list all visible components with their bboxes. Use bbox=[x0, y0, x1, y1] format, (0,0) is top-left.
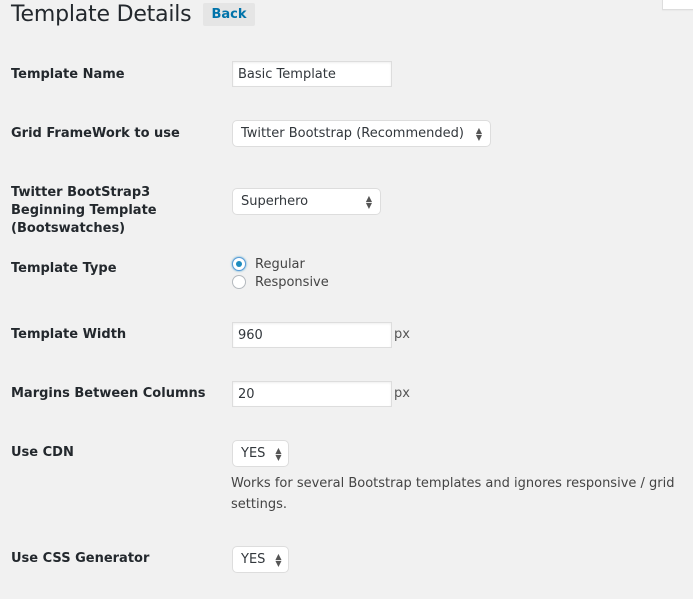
use-cdn-value: YES bbox=[241, 446, 266, 461]
bootswatch-value: Superhero bbox=[241, 194, 309, 209]
template-name-input[interactable] bbox=[232, 61, 392, 87]
use-css-generator-value: YES bbox=[241, 552, 266, 567]
use-css-generator-label: Use CSS Generator bbox=[11, 551, 150, 566]
template-type-label: Template Type bbox=[11, 261, 117, 276]
use-cdn-help-text: Works for several Bootstrap templates an… bbox=[231, 476, 675, 512]
template-width-input[interactable] bbox=[232, 322, 392, 348]
bootswatch-label: Twitter BootStrap3 Beginning Template (B… bbox=[11, 185, 157, 236]
radio-option-responsive[interactable]: Responsive bbox=[232, 273, 329, 291]
template-width-label: Template Width bbox=[11, 327, 127, 342]
radio-label-responsive: Responsive bbox=[255, 274, 329, 290]
select-arrows-icon: ▲ ▼ bbox=[475, 125, 482, 142]
select-arrows-icon: ▲ ▼ bbox=[275, 551, 282, 568]
back-button[interactable]: Back bbox=[203, 3, 255, 26]
use-cdn-label: Use CDN bbox=[11, 445, 74, 460]
select-arrows-icon: ▲ ▼ bbox=[365, 193, 372, 210]
template-name-label: Template Name bbox=[11, 67, 125, 82]
margins-input[interactable] bbox=[232, 381, 392, 407]
select-arrows-icon: ▲ ▼ bbox=[275, 445, 282, 462]
screen-options-tab[interactable] bbox=[662, 0, 693, 10]
radio-button-regular[interactable] bbox=[232, 257, 246, 271]
radio-option-regular[interactable]: Regular bbox=[232, 255, 329, 273]
page-header: Template Details Back bbox=[11, 2, 255, 27]
grid-framework-label: Grid FrameWork to use bbox=[11, 126, 180, 141]
radio-button-responsive[interactable] bbox=[232, 275, 246, 289]
use-cdn-select[interactable]: YES ▲ ▼ bbox=[232, 440, 289, 467]
use-css-generator-select[interactable]: YES ▲ ▼ bbox=[232, 546, 289, 573]
template-type-radio-group: Regular Responsive bbox=[232, 255, 329, 291]
bootswatch-select[interactable]: Superhero ▲ ▼ bbox=[232, 188, 381, 215]
grid-framework-value: Twitter Bootstrap (Recommended) bbox=[241, 126, 464, 141]
page-title: Template Details bbox=[11, 2, 192, 27]
radio-label-regular: Regular bbox=[255, 256, 305, 272]
margins-label: Margins Between Columns bbox=[11, 386, 206, 401]
margins-unit: px bbox=[394, 385, 410, 401]
grid-framework-select[interactable]: Twitter Bootstrap (Recommended) ▲ ▼ bbox=[232, 120, 491, 147]
template-width-unit: px bbox=[394, 326, 410, 342]
